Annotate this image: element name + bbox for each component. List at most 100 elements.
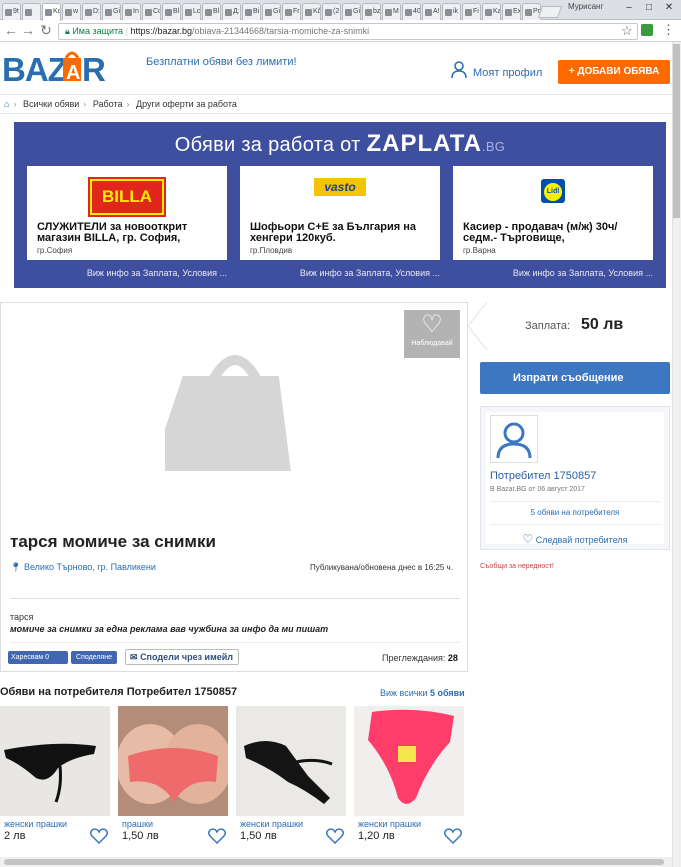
ad-thumbnail[interactable] [236, 706, 346, 816]
browser-profile-name[interactable]: Мурисанг [568, 2, 603, 11]
browser-tab[interactable]: Fr [282, 3, 301, 20]
ad-thumbnail[interactable] [118, 706, 228, 816]
add-ad-button[interactable]: + ДОБАВИ ОБЯВА [558, 60, 670, 84]
breadcrumb-item[interactable]: Всички обяви [23, 99, 79, 109]
bookmark-star-icon[interactable]: ☆ [621, 23, 633, 39]
lidl-logo: Lidl [544, 182, 562, 201]
job-more-link[interactable]: Виж инфо за Заплата, Условия ... [27, 268, 227, 278]
browser-tab[interactable]: Kč [302, 3, 321, 20]
job-card[interactable]: Lidl Касиер - продавач (м/ж) 30ч/седм.- … [453, 166, 653, 260]
heart-icon[interactable] [325, 828, 345, 847]
svg-text:A: A [66, 62, 80, 84]
zaplata-banner: Обяви за работа от ZAPLATA.BG BILLA СЛУЖ… [14, 122, 666, 288]
ad-location[interactable]: 📍︎ Велико Търново, гр. Павликени [10, 562, 156, 573]
browser-tab[interactable]: 9t [2, 3, 21, 20]
forward-icon[interactable]: → [20, 22, 36, 38]
ad-price: 2 лв [4, 830, 26, 842]
browser-tab[interactable]: Bi [242, 3, 261, 20]
avatar[interactable] [490, 415, 538, 463]
ad-category[interactable]: прашки [122, 819, 153, 829]
job-card[interactable]: vasto Шофьори С+Е за България на хенгери… [240, 166, 440, 260]
bazar-logo[interactable]: BAZ A R [0, 48, 120, 88]
browser-tab[interactable]: Cc [142, 3, 161, 20]
browser-tab[interactable]: Lc [182, 3, 201, 20]
back-icon[interactable]: ← [3, 22, 19, 38]
price-arrow [467, 302, 487, 350]
extension-icon[interactable] [641, 24, 653, 36]
browser-tab[interactable]: (2 [322, 3, 341, 20]
heart-icon[interactable] [89, 828, 109, 847]
browser-tab[interactable]: Д: [222, 3, 241, 20]
follow-label: Следвай потребителя [535, 535, 628, 545]
browser-tab[interactable] [22, 3, 41, 20]
browser-tab[interactable]: 40 [402, 3, 421, 20]
heart-icon[interactable] [443, 828, 463, 847]
tab-title: Fr [293, 8, 300, 15]
browser-tab[interactable]: In [122, 3, 141, 20]
browser-tab[interactable]: Gi [342, 3, 361, 20]
divider [10, 598, 460, 599]
browser-tab[interactable]: Fi [462, 3, 481, 20]
user-icon[interactable] [451, 61, 467, 82]
view-all-link[interactable]: Виж всички 5 обяви [380, 688, 465, 698]
maximize-icon[interactable]: □ [642, 1, 656, 15]
browser-tab[interactable]: A! [422, 3, 441, 20]
home-icon[interactable]: ⌂ [4, 99, 9, 109]
browser-tab[interactable]: ik [442, 3, 461, 20]
description-label: тарся [10, 612, 34, 622]
browser-tab[interactable]: Gi [102, 3, 121, 20]
my-profile-link[interactable]: Моят профил [473, 67, 542, 79]
user-ads-link[interactable]: 5 обяви на потребителя [486, 508, 664, 517]
browser-tab[interactable]: Gi [262, 3, 281, 20]
browser-tab[interactable]: Bl [162, 3, 181, 20]
no-image-placeholder[interactable] [150, 340, 305, 483]
job-more-link[interactable]: Виж инфо за Заплата, Условия ... [453, 268, 653, 278]
job-card[interactable]: BILLA СЛУЖИТЕЛИ за новооткрит магазин BI… [27, 166, 227, 260]
heart-icon[interactable] [207, 828, 227, 847]
tab-favicon-icon [265, 9, 272, 16]
menu-icon[interactable]: ⋮ [662, 22, 675, 38]
tab-favicon-icon [45, 9, 52, 16]
salary-label: Заплата: [525, 320, 571, 332]
ad-thumbnail[interactable] [0, 706, 110, 816]
browser-tab[interactable]: D: [82, 3, 101, 20]
email-share-label: Сподели чрез имейл [140, 652, 233, 662]
ad-category[interactable]: женски прашки [4, 819, 67, 829]
banner-title[interactable]: Обяви за работа от ZAPLATA.BG [14, 130, 666, 158]
tab-favicon-icon [305, 9, 312, 16]
horizontal-scrollbar-thumb[interactable] [4, 859, 664, 865]
user-name[interactable]: Потребител 1750857 [490, 470, 596, 482]
reload-icon[interactable]: ↻ [38, 22, 54, 38]
browser-tab[interactable]: bz [362, 3, 381, 20]
tab-favicon-icon [105, 9, 112, 16]
ad-thumbnail[interactable] [354, 706, 464, 816]
browser-tab[interactable]: M [382, 3, 401, 20]
breadcrumb-item[interactable]: Други оферти за работа [136, 99, 237, 109]
tab-title: Lc [193, 8, 201, 15]
ad-category[interactable]: женски прашки [240, 819, 303, 829]
url-path: /obiava-21344668/tarsia-momiche-za-snimk… [192, 26, 370, 36]
ad-price: 1,20 лв [358, 830, 395, 842]
minimize-icon[interactable]: – [622, 1, 636, 15]
job-more-link[interactable]: Виж инфо за Заплата, Условия ... [240, 268, 440, 278]
email-share-button[interactable]: ✉ Сподели чрез имейл [125, 649, 239, 665]
breadcrumb-item[interactable]: Работа [93, 99, 123, 109]
ad-category[interactable]: женски прашки [358, 819, 421, 829]
browser-tab[interactable]: Bl [202, 3, 221, 20]
browser-tab[interactable]: Ka [482, 3, 501, 20]
browser-tab[interactable]: Kc [42, 3, 61, 21]
send-message-button[interactable]: Изпрати съобщение [480, 362, 670, 394]
address-bar[interactable]: 🔒︎ Има защита | https://bazar.bg/obiava-… [58, 23, 638, 40]
vertical-scrollbar-thumb[interactable] [673, 44, 680, 218]
close-window-icon[interactable]: ✕ [662, 1, 676, 15]
watch-button[interactable]: ♡ Наблюдавай [404, 310, 460, 358]
tab-title: (2 [333, 8, 340, 15]
browser-tab[interactable]: Ex [502, 3, 521, 20]
banner-title-text: Обяви за работа от [174, 134, 361, 156]
browser-tab[interactable]: w [62, 3, 81, 20]
vasto-logo: vasto [314, 178, 366, 196]
follow-user-button[interactable]: ♡ Следвай потребителя [486, 532, 664, 546]
facebook-like-button[interactable]: Харесвам 0 [8, 651, 68, 664]
report-link[interactable]: Съобщи за нередност! [480, 563, 554, 570]
facebook-share-button[interactable]: Споделяне [71, 651, 117, 664]
